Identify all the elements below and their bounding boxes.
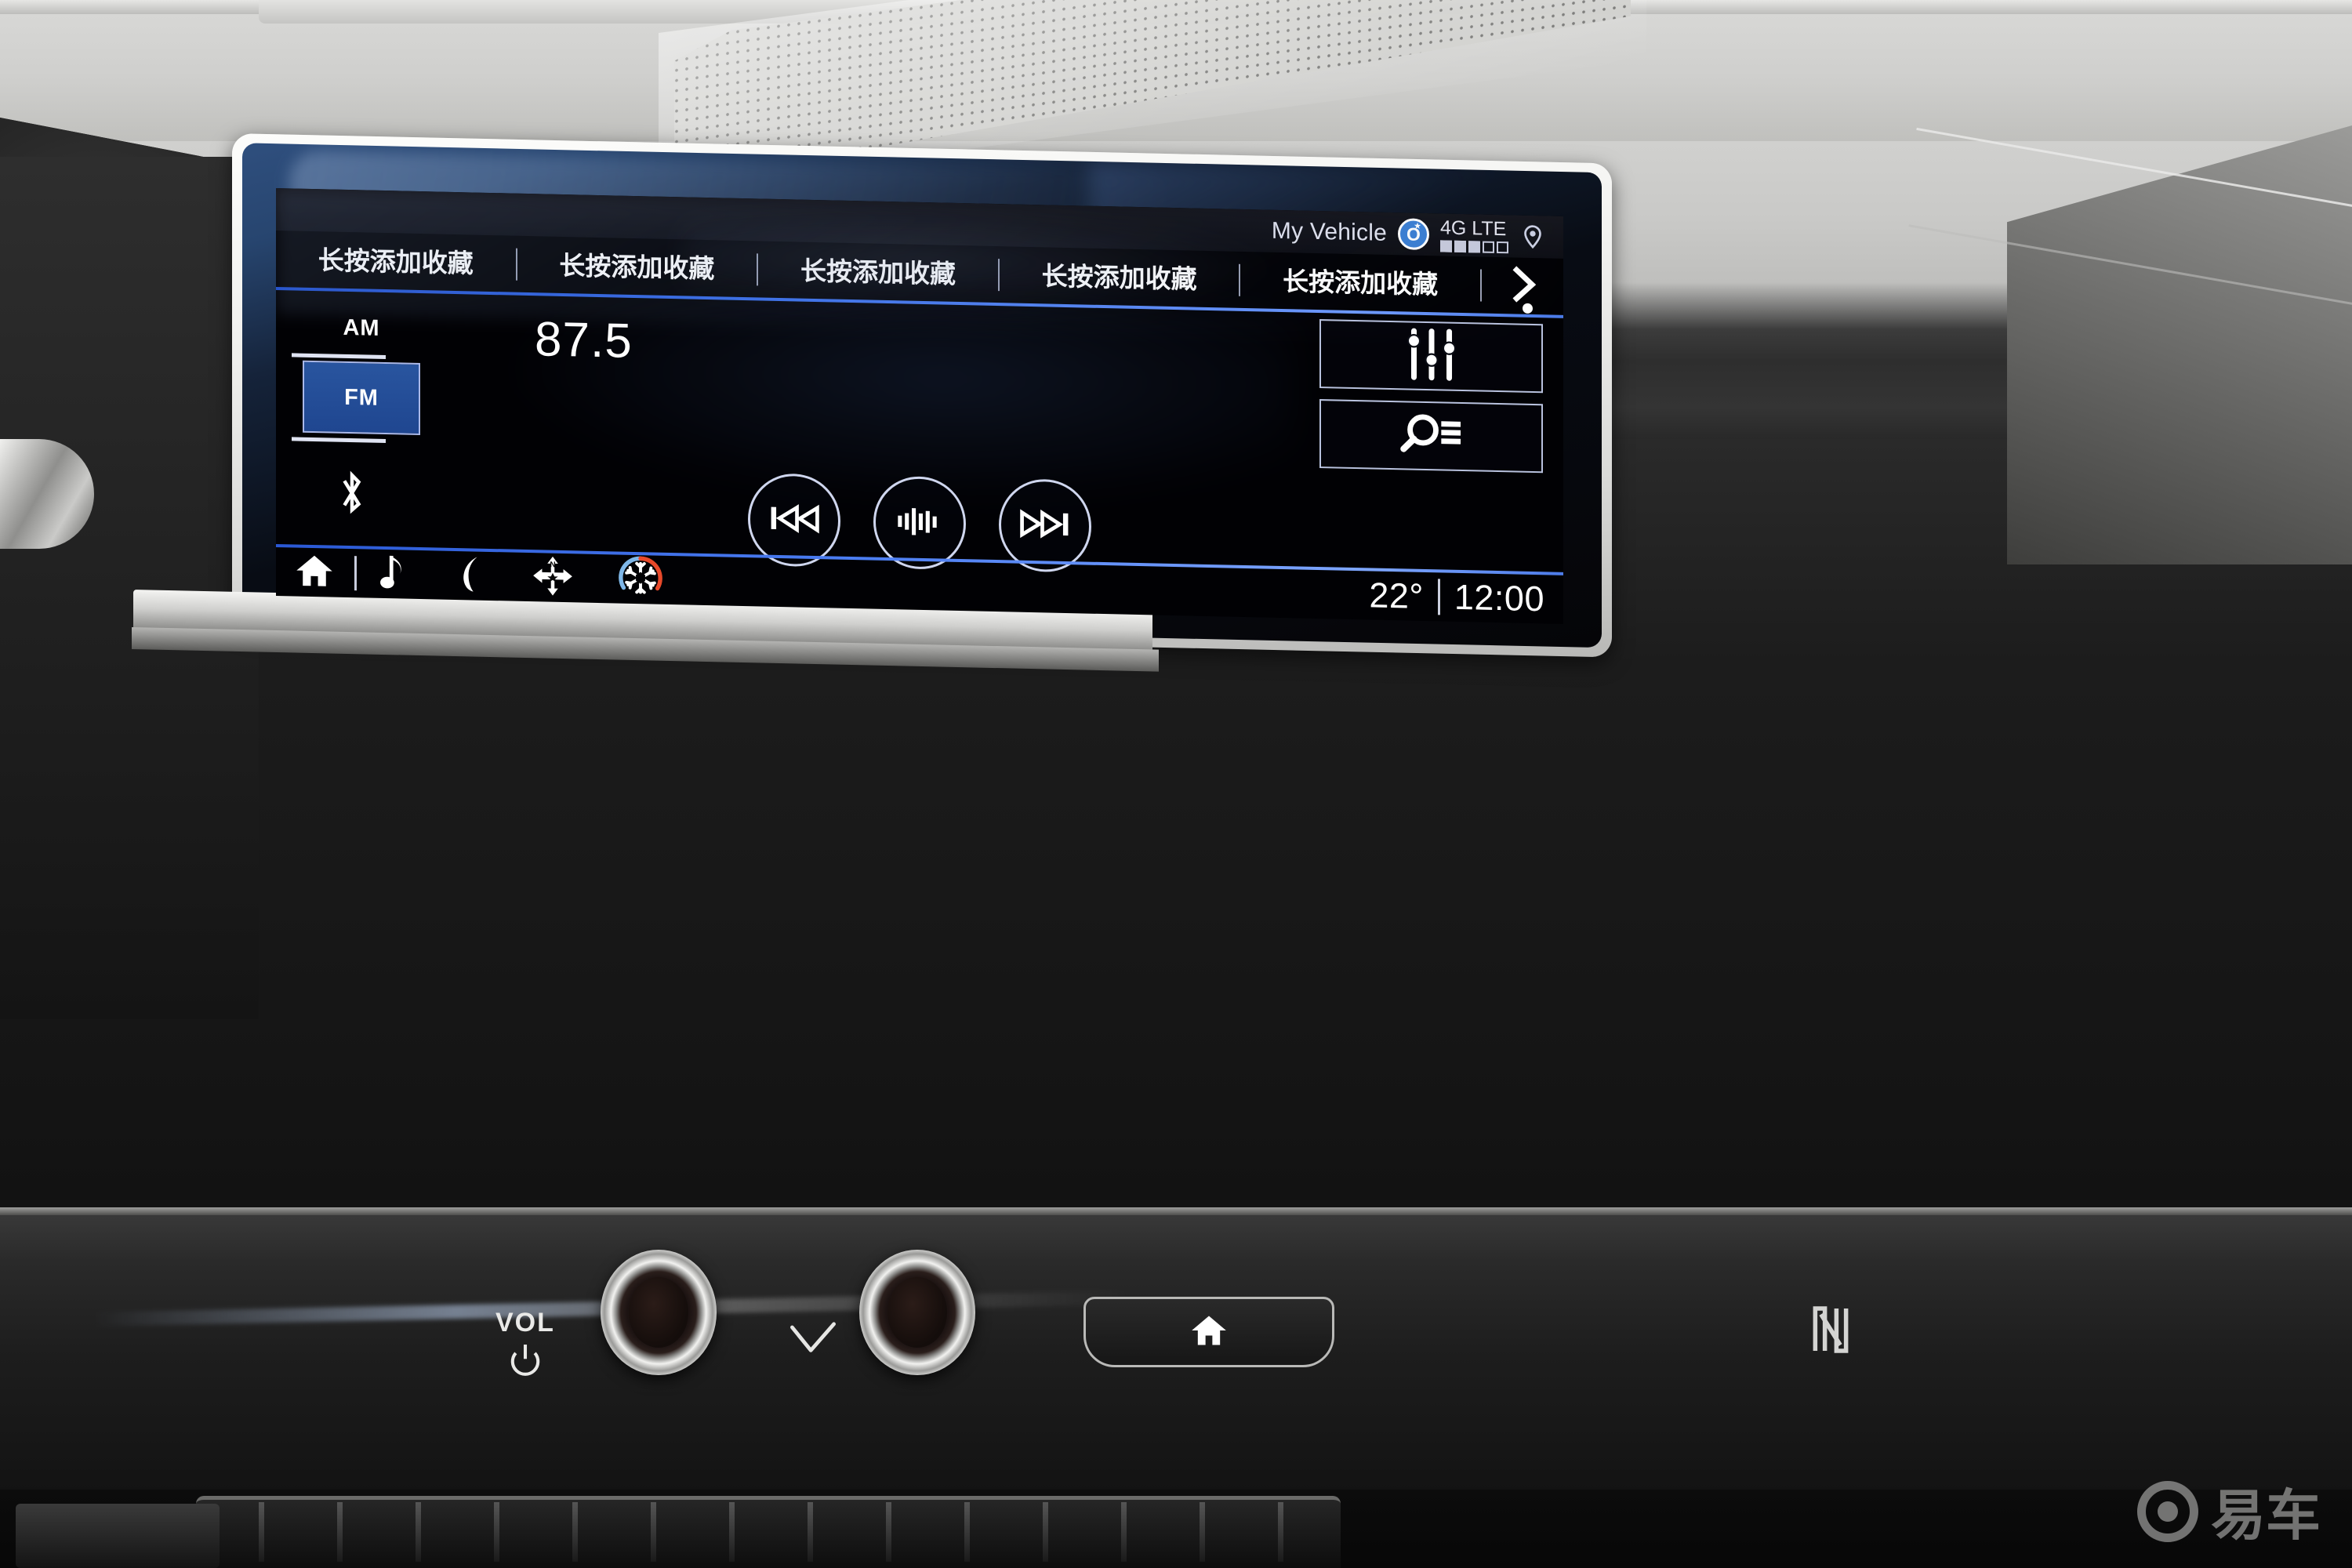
vent-fin-14 bbox=[1278, 1502, 1283, 1562]
my-vehicle-label[interactable]: My Vehicle bbox=[1272, 218, 1387, 247]
signal-bar-5 bbox=[1497, 241, 1508, 253]
tune-knob[interactable] bbox=[859, 1250, 975, 1375]
onstar-star-glyph: ★ bbox=[1414, 221, 1421, 231]
temp-clock-group: 22° 12:00 bbox=[1369, 575, 1544, 619]
nav-navigation-button[interactable]: N bbox=[532, 555, 573, 601]
equalizer-button[interactable] bbox=[1319, 319, 1543, 394]
equalizer-sliders-icon bbox=[1398, 324, 1465, 389]
nav-home-button[interactable] bbox=[295, 552, 334, 593]
lower-vent-area bbox=[0, 1490, 2352, 1568]
tune-waveform-icon bbox=[895, 505, 944, 541]
network-indicator: 4G LTE bbox=[1440, 216, 1508, 253]
console-top-highlight bbox=[0, 1207, 2352, 1215]
signal-bar-2 bbox=[1454, 240, 1466, 252]
volume-label-group: VOL bbox=[495, 1308, 555, 1379]
skip-previous-icon bbox=[768, 502, 820, 538]
svg-text:N: N bbox=[550, 561, 555, 569]
navigation-compass-icon: N bbox=[532, 555, 573, 601]
infotainment-display[interactable]: My Vehicle O ★ 4G LTE 长按添加收藏 长按添加收藏 长按添加… bbox=[276, 188, 1563, 624]
band-fm-wrapper: FM bbox=[292, 353, 420, 444]
chevron-right-icon bbox=[1502, 263, 1543, 309]
frequency-display: 87.5 bbox=[535, 312, 633, 368]
favorite-slot-4[interactable]: 长按添加收藏 bbox=[999, 258, 1241, 296]
onstar-logo-icon[interactable]: O ★ bbox=[1398, 218, 1429, 251]
yiche-logo-icon bbox=[2137, 1480, 2198, 1542]
vent-fin-11 bbox=[1043, 1502, 1048, 1562]
vent-frame bbox=[196, 1496, 1341, 1568]
home-hardware-button[interactable] bbox=[1083, 1297, 1334, 1367]
dash-left-dark-panel bbox=[0, 157, 259, 1019]
nav-climate-button[interactable] bbox=[619, 555, 662, 604]
favorite-slot-2[interactable]: 长按添加收藏 bbox=[517, 248, 759, 285]
favorite-slot-3[interactable]: 长按添加收藏 bbox=[758, 252, 1000, 291]
band-fm-button[interactable]: FM bbox=[303, 360, 420, 436]
vent-fin-4 bbox=[494, 1502, 499, 1562]
vent-fin-5 bbox=[572, 1502, 578, 1562]
vent-fin-2 bbox=[337, 1502, 343, 1562]
climate-snowflake-icon bbox=[619, 555, 662, 604]
nav-audio-button[interactable] bbox=[377, 551, 408, 597]
home-button-icon bbox=[1190, 1313, 1228, 1352]
temperature-display: 22° bbox=[1369, 575, 1424, 616]
favorite-slot-5[interactable]: 长按添加收藏 bbox=[1240, 263, 1482, 302]
vent-fin-7 bbox=[729, 1502, 735, 1562]
vent-fin-3 bbox=[416, 1502, 421, 1562]
signal-bar-3 bbox=[1468, 240, 1480, 253]
nav-spacer-3 bbox=[573, 578, 619, 579]
vent-fin-8 bbox=[808, 1502, 813, 1562]
band-tick-lower bbox=[292, 437, 386, 444]
signal-bar-4 bbox=[1483, 241, 1494, 253]
nfc-icon bbox=[1809, 1305, 1852, 1359]
nav-divider bbox=[354, 556, 357, 591]
vol-text: VOL bbox=[495, 1308, 555, 1338]
phone-icon bbox=[454, 552, 487, 599]
check-mark-icon bbox=[789, 1322, 837, 1359]
vent-fin-6 bbox=[651, 1502, 656, 1562]
yiche-watermark: 易车 bbox=[2137, 1472, 2321, 1551]
home-icon bbox=[295, 552, 334, 593]
vent-fin-13 bbox=[1200, 1502, 1205, 1562]
right-button-stack[interactable] bbox=[1319, 319, 1543, 474]
next-station-button[interactable] bbox=[999, 478, 1091, 573]
previous-station-button[interactable] bbox=[748, 473, 840, 568]
volume-knob[interactable] bbox=[601, 1250, 717, 1375]
favorite-slot-1[interactable]: 长按添加收藏 bbox=[276, 242, 517, 281]
vent-fin-1 bbox=[259, 1502, 264, 1562]
yiche-watermark-text: 易车 bbox=[2211, 1483, 2321, 1548]
nav-phone-button[interactable] bbox=[454, 552, 487, 599]
band-selector[interactable]: AM FM bbox=[292, 308, 420, 444]
location-pin-icon bbox=[1519, 223, 1546, 251]
skip-next-icon bbox=[1019, 507, 1071, 543]
browse-stations-button[interactable] bbox=[1319, 399, 1543, 474]
bluetooth-icon[interactable] bbox=[336, 470, 368, 521]
page-dot-indicator[interactable] bbox=[1523, 303, 1533, 314]
tune-scan-button[interactable] bbox=[873, 475, 966, 571]
signal-bars bbox=[1440, 239, 1508, 253]
clock-display: 12:00 bbox=[1454, 576, 1544, 619]
music-note-icon bbox=[377, 551, 408, 597]
network-label: 4G LTE bbox=[1440, 216, 1507, 240]
favorites-next-page-button[interactable] bbox=[1482, 263, 1563, 309]
dash-right-pad bbox=[2007, 125, 2352, 564]
nav-spacer-2 bbox=[487, 576, 532, 577]
vent-slat-left bbox=[16, 1504, 220, 1568]
power-icon bbox=[495, 1343, 555, 1379]
vent-fin-9 bbox=[886, 1502, 891, 1562]
temp-clock-divider bbox=[1437, 579, 1440, 615]
vent-fin-12 bbox=[1121, 1502, 1127, 1562]
signal-bar-1 bbox=[1440, 239, 1452, 252]
search-list-icon bbox=[1394, 408, 1469, 464]
vent-fin-10 bbox=[964, 1502, 970, 1562]
